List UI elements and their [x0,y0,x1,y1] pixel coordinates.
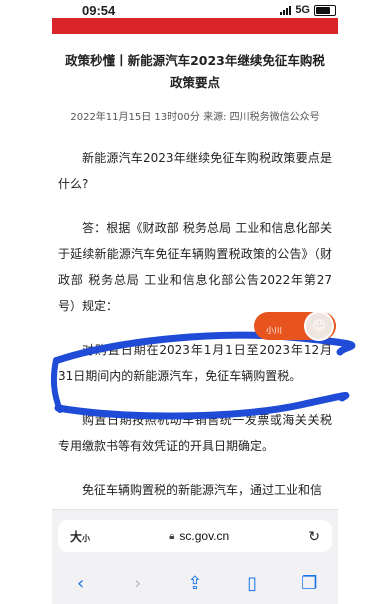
paragraph: 免征车辆购置税的新能源汽车，通过工业和信 [82,483,323,497]
status-bar: 09:54 5G [52,0,338,20]
book-icon[interactable]: ▯ [232,573,272,594]
left-margin [0,0,52,604]
header-banner [52,18,338,34]
status-time: 09:54 [82,2,116,18]
article-meta: 2022年11月15日 13时00分 来源: 四川税务微信公众号 [70,112,320,123]
paragraph: 答：根据《财政部 税务总局 工业和信息化部关于延续新能源汽车免征车辆购置税政策的… [58,221,332,313]
right-margin [338,0,390,604]
url-display[interactable]: 🔒︎ sc.gov.cn [169,529,229,543]
paragraph: 新能源汽车2023年继续免征车购税政策要点是什么? [58,151,332,191]
browser-toolbar: ‹ › ⇪ ▯ ❐ [52,562,338,604]
url-field[interactable]: 大小 🔒︎ sc.gov.cn ↻ [58,520,332,552]
avatar: ☺ [304,311,334,341]
tabs-icon[interactable]: ❐ [289,573,329,594]
browser-address-bar: 大小 🔒︎ sc.gov.cn ↻ [52,509,338,562]
badge-label: 小川 [266,326,282,335]
chevron-left-icon[interactable]: ‹ [61,573,101,594]
article-content[interactable]: 政策秒懂丨新能源汽车2023年继续免征车购税政策要点 2022年11月15日 1… [52,34,338,510]
signal-icon [280,5,292,15]
network-type: 5G [295,4,310,16]
status-indicators: 5G [280,4,336,16]
paragraph: 购置日期按照机动车销售统一发票或海关关税专用缴款书等有效凭证的开具日期确定。 [58,413,332,453]
chevron-right-icon[interactable]: › [118,573,158,594]
lock-icon: 🔒︎ [169,530,175,542]
phone-screen: 09:54 5G 政策秒懂丨新能源汽车2023年继续免征车购税政策要点 2022… [0,0,390,604]
battery-icon [314,4,336,16]
url-text: sc.gov.cn [179,529,230,543]
article-title: 政策秒懂丨新能源汽车2023年继续免征车购税政策要点 [65,53,325,90]
floating-assistant-badge[interactable]: 小川 ☺ [254,311,336,341]
reload-icon[interactable]: ↻ [308,528,320,545]
text-size-button[interactable]: 大小 [70,528,90,545]
share-icon[interactable]: ⇪ [175,573,215,594]
paragraph: 对购置日期在2023年1月1日至2023年12月31日期间内的新能源汽车，免征车… [58,343,332,383]
